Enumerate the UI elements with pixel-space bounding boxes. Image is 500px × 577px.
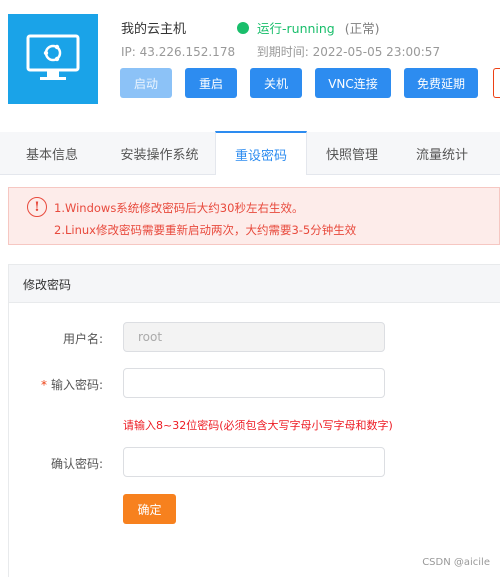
password-label: 输入密码: xyxy=(50,378,103,392)
server-meta: IP: 43.226.152.178 到期时间: 2022-05-05 23:0… xyxy=(121,43,440,60)
server-name: 我的云主机 xyxy=(121,22,187,37)
username-field: root xyxy=(123,322,385,352)
card-title: 修改密码 xyxy=(23,278,72,292)
server-status: 运行-running (正常) xyxy=(237,18,380,37)
renew-button[interactable]: 免费延期 xyxy=(404,68,478,98)
ip-label: IP: xyxy=(121,45,136,59)
tab-install-os[interactable]: 安装操作系统 xyxy=(104,132,215,175)
password-label-row: * 输入密码: xyxy=(23,376,103,393)
submit-button[interactable]: 确定 xyxy=(123,494,176,524)
watermark: CSDN @aicile xyxy=(422,557,490,568)
tab-traffic-stats[interactable]: 流量统计 xyxy=(397,132,487,175)
password-field[interactable] xyxy=(123,368,385,398)
status-note: (正常) xyxy=(344,21,380,36)
monitor-icon xyxy=(26,34,80,80)
more-button[interactable] xyxy=(493,68,500,98)
tab-basic-info[interactable]: 基本信息 xyxy=(0,132,104,175)
username-label: 用户名: xyxy=(62,332,103,346)
alert-line-2: 2.Linux修改密码需要重新启动两次，大约需要3-5分钟生效 xyxy=(54,223,357,237)
status-dot-icon xyxy=(237,21,249,34)
alert-box: ! 1.Windows系统修改密码后大约30秒左右生效。 2.Linux修改密码… xyxy=(8,187,500,245)
tab-reset-password[interactable]: 重设密码 xyxy=(215,131,307,175)
ip-value: 43.226.152.178 xyxy=(139,45,236,59)
card-header: 修改密码 xyxy=(9,265,500,303)
server-icon-tile xyxy=(8,14,98,104)
alert-icon: ! xyxy=(27,197,47,217)
alert-line-1: 1.Windows系统修改密码后大约30秒左右生效。 xyxy=(54,201,304,215)
start-button[interactable]: 启动 xyxy=(120,68,172,98)
vnc-button[interactable]: VNC连接 xyxy=(315,68,391,98)
tab-snapshots[interactable]: 快照管理 xyxy=(307,132,397,175)
status-text: 运行-running xyxy=(257,21,335,36)
expiry-label: 到期时间: xyxy=(256,45,309,59)
shutdown-button[interactable]: 关机 xyxy=(250,68,302,98)
confirm-password-field[interactable] xyxy=(123,447,385,477)
password-hint: 请输入8~32位密码(必须包含大写字母小写字母和数字) xyxy=(123,419,393,432)
required-mark: * xyxy=(40,378,47,392)
tab-bar: 基本信息 安装操作系统 重设密码 快照管理 流量统计 xyxy=(0,131,500,175)
expiry-value: 2022-05-05 23:00:57 xyxy=(312,45,441,59)
restart-button[interactable]: 重启 xyxy=(185,68,237,98)
confirm-label: 确认密码: xyxy=(50,457,103,471)
